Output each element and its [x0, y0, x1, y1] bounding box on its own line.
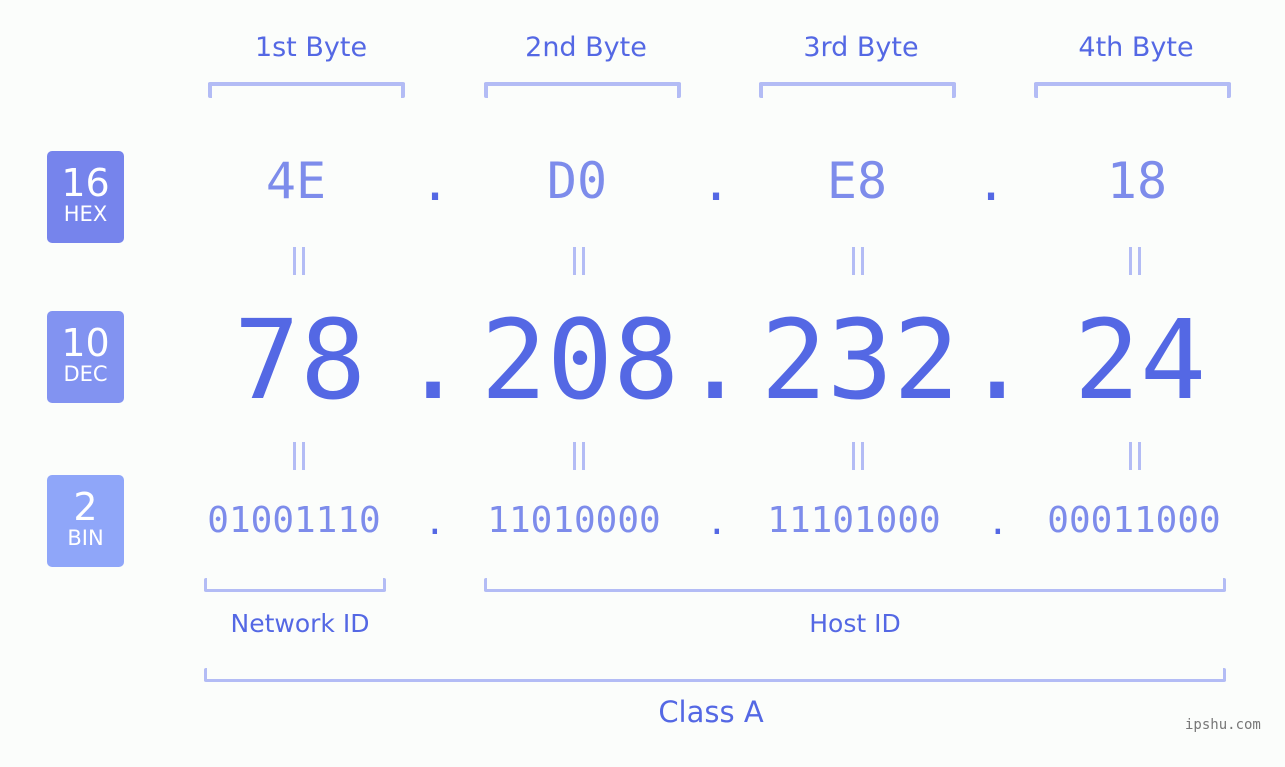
dec-badge: 10 DEC	[47, 311, 124, 403]
class-label: Class A	[658, 695, 764, 729]
class-bracket	[204, 668, 1226, 682]
bin-byte-4: 00011000	[1047, 500, 1221, 541]
byte-header-3: 3rd Byte	[803, 32, 919, 63]
host-id-bracket	[484, 578, 1226, 592]
bin-separator-1: .	[424, 502, 446, 543]
bin-byte-3: 11101000	[767, 500, 941, 541]
dec-badge-label: DEC	[63, 362, 108, 386]
dec-byte-3: 232	[760, 296, 960, 424]
dec-separator-1: .	[400, 296, 467, 424]
dec-byte-4: 24	[1073, 296, 1207, 424]
hex-byte-4: 18	[1106, 152, 1168, 210]
bin-separator-3: .	[987, 502, 1009, 543]
equals-icon	[293, 247, 305, 275]
byte-bracket-1	[208, 82, 405, 98]
equals-icon	[1129, 442, 1141, 470]
byte-header-2: 2nd Byte	[525, 32, 647, 63]
dec-byte-2: 208	[480, 296, 680, 424]
byte-bracket-4	[1034, 82, 1231, 98]
dec-badge-number: 10	[61, 321, 110, 365]
bin-byte-1: 01001110	[207, 500, 381, 541]
equals-icon	[573, 442, 585, 470]
equals-icon	[1129, 247, 1141, 275]
equals-icon	[573, 247, 585, 275]
equals-icon	[852, 247, 864, 275]
hex-separator-3: .	[976, 154, 1007, 212]
bin-badge-number: 2	[73, 485, 98, 529]
watermark: ipshu.com	[1185, 717, 1261, 733]
hex-badge: 16 HEX	[47, 151, 124, 243]
bin-badge: 2 BIN	[47, 475, 124, 567]
byte-bracket-3	[759, 82, 956, 98]
hex-badge-label: HEX	[63, 202, 108, 226]
bin-badge-label: BIN	[67, 526, 104, 550]
hex-badge-number: 16	[61, 161, 110, 205]
byte-header-4: 4th Byte	[1078, 32, 1194, 63]
hex-separator-2: .	[701, 154, 732, 212]
network-id-label: Network ID	[230, 609, 370, 638]
hex-byte-1: 4E	[265, 152, 327, 210]
hex-separator-1: .	[420, 154, 451, 212]
dec-separator-2: .	[682, 296, 749, 424]
bin-separator-2: .	[706, 502, 728, 543]
dec-byte-1: 78	[233, 296, 367, 424]
hex-byte-2: D0	[546, 152, 608, 210]
byte-header-1: 1st Byte	[254, 32, 368, 63]
network-id-bracket	[204, 578, 386, 592]
equals-icon	[852, 442, 864, 470]
bin-byte-2: 11010000	[487, 500, 661, 541]
equals-icon	[293, 442, 305, 470]
dec-separator-3: .	[964, 296, 1031, 424]
hex-byte-3: E8	[826, 152, 888, 210]
byte-bracket-2	[484, 82, 681, 98]
host-id-label: Host ID	[809, 609, 901, 638]
